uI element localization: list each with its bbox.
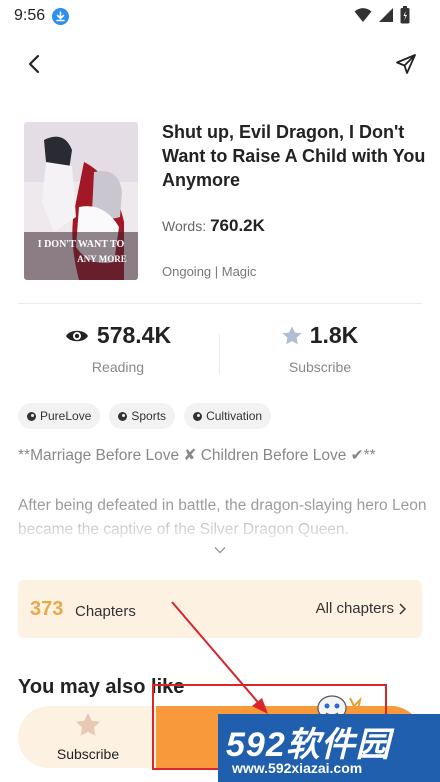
watermark-url: www.592xiazai.com	[232, 760, 363, 776]
watermark-logo: 592软件园	[226, 726, 391, 764]
annotation-arrow	[171, 601, 268, 714]
